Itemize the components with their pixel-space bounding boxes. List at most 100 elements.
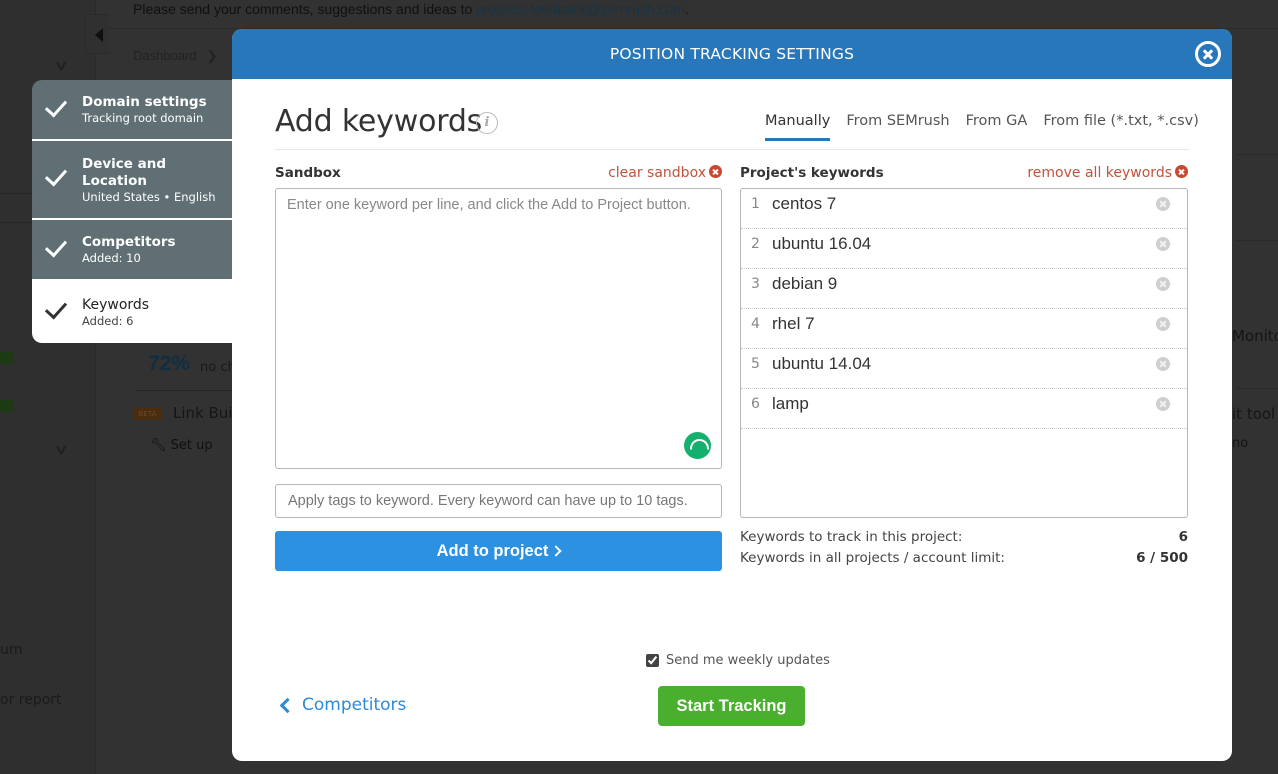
beta-badge: BETA (133, 408, 162, 420)
clear-sandbox-label: clear sandbox (608, 165, 706, 181)
chevron-down-icon: ∨ (53, 442, 69, 458)
background-nav-text: um (0, 642, 23, 658)
modal-header: POSITION TRACKING SETTINGS (232, 29, 1232, 79)
background-card-text: no (1232, 436, 1249, 451)
keyword-text: rhel 7 (772, 314, 815, 333)
keyword-index: 3 (751, 276, 760, 292)
keyword-row: 5 ubuntu 14.04 (741, 349, 1187, 389)
step-keywords[interactable]: Keywords Added: 6 (32, 281, 232, 343)
info-icon[interactable]: i (476, 112, 498, 134)
back-label: Competitors (302, 695, 407, 715)
setup-link: 🔧︎ Set up (150, 438, 213, 453)
keyword-row: 6 lamp (741, 389, 1187, 429)
keyword-text: ubuntu 16.04 (772, 234, 872, 253)
stat-label: Keywords in all projects / account limit… (740, 550, 1005, 566)
stat-track: Keywords to track in this project: 6 (740, 527, 1188, 548)
stat-value: 6 / 500 (1136, 550, 1188, 566)
caret-left-icon (95, 28, 103, 42)
checkmark-icon (44, 163, 68, 187)
wizard-steps: Domain settings Tracking root domain Dev… (32, 80, 232, 343)
keyword-text: ubuntu 14.04 (772, 354, 872, 373)
weekly-updates-checkbox[interactable] (646, 654, 659, 667)
step-subtitle: Tracking root domain (82, 111, 204, 125)
start-tracking-button[interactable]: Start Tracking (658, 686, 805, 726)
new-badge (0, 400, 14, 412)
sandbox-textarea[interactable] (275, 188, 722, 469)
remove-keyword-icon[interactable] (1156, 357, 1170, 371)
tags-input[interactable] (275, 484, 722, 518)
background-card-title: Monito (1232, 327, 1278, 345)
chevron-left-icon (279, 697, 296, 713)
wrench-icon: 🔧︎ (150, 438, 167, 453)
keyword-row: 2 ubuntu 16.04 (741, 229, 1187, 269)
background-nav-text: or report (0, 692, 62, 708)
weekly-updates-option[interactable]: Send me weekly updates (646, 653, 830, 668)
step-domain-settings[interactable]: Domain settings Tracking root domain (32, 80, 232, 141)
breadcrumb-dashboard: Dashboard (133, 48, 197, 63)
modal-title: POSITION TRACKING SETTINGS (609, 45, 855, 63)
remove-all-keywords-button[interactable]: remove all keywords (1027, 165, 1188, 181)
stat-value: 6 (1178, 529, 1188, 545)
remove-keyword-icon[interactable] (1156, 397, 1170, 411)
visibility-change: no ch (200, 360, 236, 375)
tab-from-file[interactable]: From file (*.txt, *.csv) (1043, 113, 1199, 141)
grammarly-icon[interactable] (684, 432, 711, 459)
sandbox-label: Sandbox (275, 165, 341, 181)
project-keywords-label: Project's keywords (740, 165, 884, 181)
keyword-text: centos 7 (772, 194, 837, 213)
checkmark-icon (44, 296, 68, 320)
keyword-row: 4 rhel 7 (741, 309, 1187, 349)
chevron-right-icon (550, 545, 563, 557)
background-card-title: it tool (1232, 405, 1276, 423)
project-keywords-list: 1 centos 7 2 ubuntu 16.04 3 debian 9 4 r… (740, 188, 1188, 518)
link-building-title: Link Buil (173, 404, 237, 422)
close-circle-icon (709, 165, 722, 178)
background-divider (135, 390, 232, 391)
tab-from-semrush[interactable]: From SEMrush (846, 113, 949, 141)
remove-keyword-icon[interactable] (1156, 277, 1170, 291)
checkmark-icon (44, 94, 68, 118)
collapse-sidebar-tab (85, 14, 109, 54)
setup-label: Set up (170, 438, 213, 453)
keyword-row: 1 centos 7 (741, 189, 1187, 229)
keyword-index: 1 (751, 196, 760, 212)
keyword-index: 2 (751, 236, 760, 252)
close-circle-icon (1175, 165, 1188, 178)
checkmark-icon (44, 234, 68, 258)
clear-sandbox-button[interactable]: clear sandbox (608, 165, 722, 181)
step-subtitle: United States • English (82, 190, 216, 204)
stat-limit: Keywords in all projects / account limit… (740, 548, 1188, 569)
keyword-row: 3 debian 9 (741, 269, 1187, 309)
divider (275, 149, 1189, 150)
keyword-text: lamp (772, 394, 809, 413)
keyword-stats: Keywords to track in this project: 6 Key… (740, 527, 1188, 569)
notice-text: Please send your comments, suggestions a… (133, 1, 477, 17)
tab-from-ga[interactable]: From GA (966, 113, 1028, 141)
weekly-updates-label: Send me weekly updates (666, 653, 830, 668)
background-divider (1236, 154, 1278, 155)
back-to-competitors-link[interactable]: Competitors (278, 695, 406, 715)
keyword-index: 6 (751, 396, 760, 412)
new-badge (0, 352, 14, 364)
remove-keyword-icon[interactable] (1156, 237, 1170, 251)
position-tracking-modal: POSITION TRACKING SETTINGS Add keywords … (232, 29, 1232, 761)
step-subtitle: Added: 10 (82, 251, 141, 265)
notice-end: . (684, 1, 689, 17)
remove-keyword-icon[interactable] (1156, 317, 1170, 331)
add-to-project-button[interactable]: Add to project (275, 531, 722, 571)
feedback-notice: Please send your comments, suggestions a… (133, 1, 689, 17)
step-competitors[interactable]: Competitors Added: 10 (32, 220, 232, 281)
keyword-text: debian 9 (772, 274, 838, 293)
step-subtitle: Added: 6 (82, 314, 134, 328)
keyword-index: 5 (751, 356, 760, 372)
remove-all-label: remove all keywords (1027, 165, 1172, 181)
breadcrumb: Dashboard ❯ (133, 48, 218, 64)
chevron-down-icon: ∨ (53, 58, 69, 74)
step-device-location[interactable]: Device and Location United States • Engl… (32, 141, 232, 220)
background-divider (1236, 388, 1278, 389)
tab-manually[interactable]: Manually (765, 113, 831, 141)
remove-keyword-icon[interactable] (1156, 197, 1170, 211)
close-icon[interactable] (1195, 41, 1221, 67)
page-title: Add keywords (275, 104, 483, 139)
step-title: Keywords (82, 297, 150, 313)
